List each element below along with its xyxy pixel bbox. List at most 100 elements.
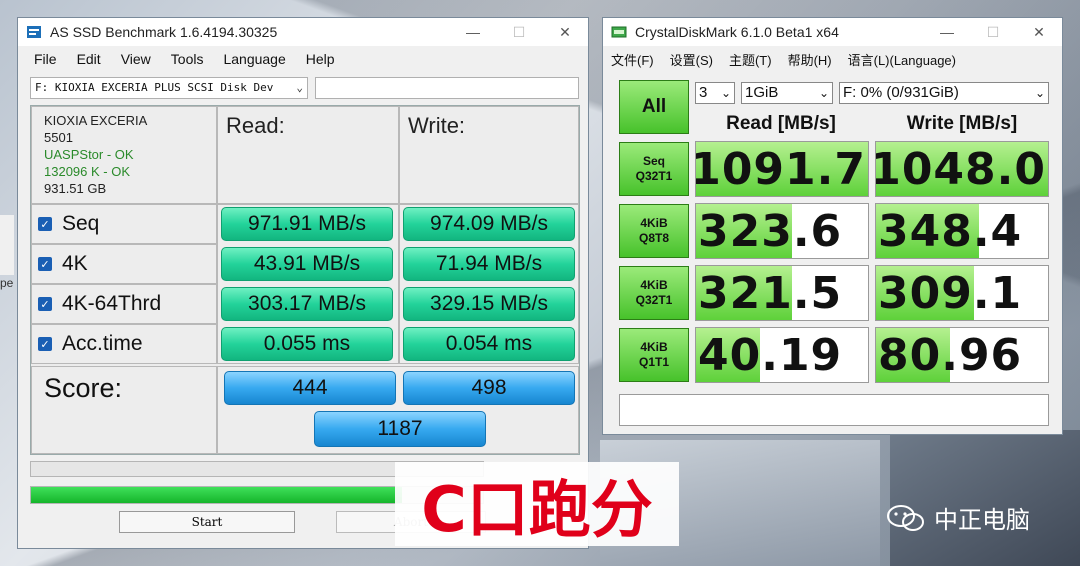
write-value: 80.96 — [878, 329, 1023, 381]
write-header: Write [MB/s] — [906, 113, 1018, 134]
drive-select[interactable]: F: KIOXIA EXCERIA PLUS SCSI Disk Dev ⌄ — [30, 77, 308, 99]
row-4k-64thrd[interactable]: ✓ 4K-64Thrd — [31, 284, 217, 324]
read-header: Read: — [217, 106, 399, 204]
write-header: Write: — [399, 106, 579, 204]
menu-settings[interactable]: 设置(S) — [670, 50, 713, 69]
test-label-2: Q32T1 — [635, 169, 673, 183]
menu-language[interactable]: 语言(L)(Language) — [848, 50, 956, 69]
row-label: 4K — [62, 252, 88, 275]
4k64-read-value: 303.17 MB/s — [221, 287, 393, 321]
watermark: 中正电脑 — [886, 500, 1030, 535]
row-label: Acc.time — [62, 332, 143, 355]
row-seq[interactable]: ✓ Seq — [31, 204, 217, 244]
read-value: 323.6 — [698, 205, 843, 257]
window-title: AS SSD Benchmark 1.6.4194.30325 — [50, 24, 278, 40]
result-write: 309.1 — [875, 265, 1049, 321]
drive-info-field — [315, 77, 579, 99]
menubar: File Edit View Tools Language Help — [18, 46, 588, 72]
menu-view[interactable]: View — [121, 51, 151, 67]
result-read: 1091.7 — [695, 141, 869, 197]
size-select[interactable]: 1GiB ⌄ — [741, 82, 833, 104]
menu-file[interactable]: File — [34, 51, 57, 67]
result-write: 348.4 — [875, 203, 1049, 259]
read-value: 1091.7 — [695, 143, 866, 195]
test-label-1: 4KiB — [640, 340, 668, 354]
watermark-text: 中正电脑 — [934, 507, 1030, 534]
cdm-titlebar[interactable]: CrystalDiskMark 6.1.0 Beta1 x64 — ☐ ✕ — [603, 18, 1062, 46]
4k-read-value: 43.91 MB/s — [221, 247, 393, 281]
progress-fill — [31, 487, 402, 503]
read-value: 321.5 — [698, 267, 843, 319]
4kib-q1t1-button[interactable]: 4KiB Q1T1 — [619, 328, 689, 382]
minimize-button[interactable]: — — [924, 18, 970, 46]
results-grid: KIOXIA EXCERIA 5501 UASPStor - OK 132096… — [30, 105, 580, 455]
maximize-button[interactable]: ☐ — [496, 18, 542, 46]
window-title: CrystalDiskMark 6.1.0 Beta1 x64 — [635, 24, 839, 40]
test-label-2: Q32T1 — [635, 293, 673, 307]
checkbox-icon[interactable]: ✓ — [38, 297, 52, 311]
row-acc-time[interactable]: ✓ Acc.time — [31, 324, 217, 364]
maximize-button[interactable]: ☐ — [970, 18, 1016, 46]
score-total: 1187 — [314, 411, 486, 447]
chevron-down-icon: ⌄ — [1034, 86, 1045, 100]
chevron-down-icon: ⌄ — [720, 86, 731, 100]
checkbox-icon[interactable]: ✓ — [38, 337, 52, 351]
score-write: 498 — [403, 371, 575, 405]
seq-q32t1-button[interactable]: Seq Q32T1 — [619, 142, 689, 196]
result-read: 40.19 — [695, 327, 869, 383]
seq-read-value: 971.91 MB/s — [221, 207, 393, 241]
comment-field[interactable] — [619, 394, 1049, 426]
result-read: 323.6 — [695, 203, 869, 259]
caption-overlay: C口跑分 — [395, 462, 679, 546]
row-4k[interactable]: ✓ 4K — [31, 244, 217, 284]
read-value: 40.19 — [698, 329, 843, 381]
close-button[interactable]: ✕ — [542, 18, 588, 46]
count-select[interactable]: 3 ⌄ — [695, 82, 735, 104]
drive-size: 931.51 GB — [44, 181, 107, 196]
chevron-down-icon: ⌄ — [818, 86, 829, 100]
drive-select-value: F: KIOXIA EXCERIA PLUS SCSI Disk Dev — [35, 81, 274, 94]
close-button[interactable]: ✕ — [1016, 18, 1062, 46]
test-label-1: 4KiB — [640, 278, 668, 292]
test-label-2: Q1T1 — [638, 355, 669, 369]
desktop-icon-fragment[interactable] — [0, 215, 14, 275]
count-select-value: 3 — [699, 84, 708, 101]
checkbox-icon[interactable]: ✓ — [38, 257, 52, 271]
as-ssd-titlebar[interactable]: AS SSD Benchmark 1.6.4194.30325 — ☐ ✕ — [18, 18, 588, 46]
write-value: 309.1 — [878, 267, 1023, 319]
alignment-status: 132096 K - OK — [44, 164, 130, 179]
test-label-1: 4KiB — [640, 216, 668, 230]
result-read: 321.5 — [695, 265, 869, 321]
4k-write-value: 71.94 MB/s — [403, 247, 575, 281]
minimize-button[interactable]: — — [450, 18, 496, 46]
desktop-icon-label: pe — [0, 276, 14, 290]
background-shape — [890, 430, 1080, 566]
result-write: 1048.0 — [875, 141, 1049, 197]
menu-file[interactable]: 文件(F) — [611, 50, 654, 69]
drive-firmware: 5501 — [44, 130, 73, 145]
menubar: 文件(F) 设置(S) 主题(T) 帮助(H) 语言(L)(Language) — [603, 46, 1062, 72]
crystaldiskmark-window: CrystalDiskMark 6.1.0 Beta1 x64 — ☐ ✕ 文件… — [602, 17, 1063, 435]
acc-write-value: 0.054 ms — [403, 327, 575, 361]
menu-help[interactable]: 帮助(H) — [788, 50, 832, 69]
score-label: Score: — [31, 366, 217, 454]
menu-language[interactable]: Language — [223, 51, 285, 67]
read-header: Read [MB/s] — [726, 113, 836, 134]
drive-select[interactable]: F: 0% (0/931GiB) ⌄ — [839, 82, 1049, 104]
chevron-down-icon: ⌄ — [296, 81, 303, 94]
all-button[interactable]: All — [619, 80, 689, 134]
menu-theme[interactable]: 主题(T) — [729, 50, 772, 69]
menu-edit[interactable]: Edit — [77, 51, 101, 67]
test-label-1: Seq — [642, 154, 665, 168]
4k64-write-value: 329.15 MB/s — [403, 287, 575, 321]
wechat-icon — [887, 504, 924, 531]
write-value: 348.4 — [878, 205, 1023, 257]
menu-help[interactable]: Help — [306, 51, 335, 67]
seq-write-value: 974.09 MB/s — [403, 207, 575, 241]
checkbox-icon[interactable]: ✓ — [38, 217, 52, 231]
start-button[interactable]: Start — [119, 511, 295, 533]
4kib-q32t1-button[interactable]: 4KiB Q32T1 — [619, 266, 689, 320]
menu-tools[interactable]: Tools — [171, 51, 204, 67]
4kib-q8t8-button[interactable]: 4KiB Q8T8 — [619, 204, 689, 258]
acc-read-value: 0.055 ms — [221, 327, 393, 361]
